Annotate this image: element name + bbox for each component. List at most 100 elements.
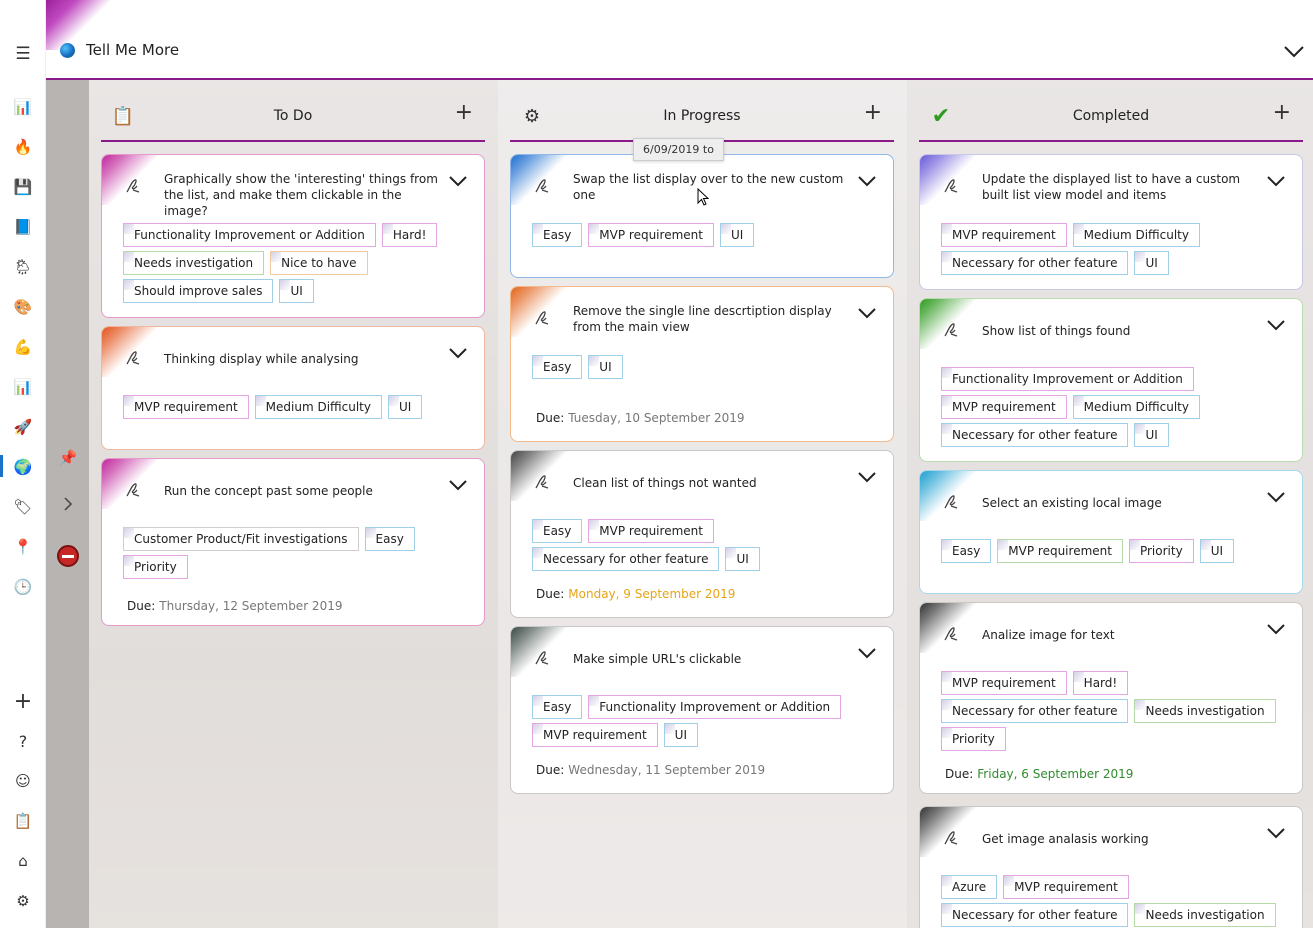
tag-chip[interactable]: UI [1134,251,1169,275]
tag-chip[interactable]: Hard! [1072,671,1129,695]
no-entry-icon[interactable] [57,545,79,567]
tag-chip[interactable]: Easy [532,223,583,247]
settings-icon[interactable]: ⚙ [11,889,35,913]
tag-chip[interactable]: UI [588,355,623,379]
task-card[interactable]: Remove the single line descrtiption disp… [510,286,894,442]
tag-chip[interactable]: MVP requirement [588,519,714,543]
tag-chip[interactable]: UI [1134,423,1169,447]
flame-icon[interactable]: 🔥 [11,135,35,159]
chevron-down-icon[interactable] [448,175,468,189]
help-icon[interactable]: ? [11,729,35,753]
chevron-down-icon[interactable] [1266,319,1286,333]
book-icon[interactable]: 📘 [11,215,35,239]
tag-chip[interactable]: Priority [1128,539,1194,563]
task-card[interactable]: Analize image for text MVP requirement Har… [919,602,1303,794]
tag-chip[interactable]: Needs investigation [123,251,265,275]
add-card-button[interactable]: + [1273,102,1291,124]
task-card[interactable]: Make simple URL's clickable Easy Functiona… [510,626,894,794]
chevron-down-icon[interactable] [857,307,877,321]
pin-icon[interactable]: 📍 [11,535,35,559]
tag-chip[interactable]: Necessary for other feature [941,903,1129,927]
tag-chip[interactable]: Easy [532,519,583,543]
tag-chip[interactable]: MVP requirement [941,223,1067,247]
tag-chip[interactable]: Necessary for other feature [941,699,1129,723]
task-card[interactable]: Thinking display while analysing MVP requ… [101,326,485,450]
chevron-down-icon[interactable] [448,479,468,493]
pin-icon[interactable]: 📌 [56,446,80,470]
task-card[interactable]: Swap the list display over to the new cu… [510,154,894,278]
tag-chip[interactable]: MVP requirement [532,723,658,747]
column-header: ⚙ In Progress + [510,96,894,142]
tag-chip[interactable]: Priority [941,727,1006,751]
chevron-down-icon[interactable] [1266,175,1286,189]
chevron-down-icon[interactable] [1283,40,1305,64]
task-card[interactable]: Select an existing local image Easy MVP re… [919,470,1303,594]
save-icon[interactable]: 💾 [11,175,35,199]
tag-chip[interactable]: Functionality Improvement or Addition [123,223,376,247]
tag-chip[interactable]: Azure [941,875,998,899]
muscle-icon[interactable]: 💪 [11,335,35,359]
chevron-down-icon[interactable] [448,347,468,361]
tag-chip[interactable]: Needs investigation [1134,903,1276,927]
bar-chart-icon[interactable]: 📊 [11,95,35,119]
tag-chip[interactable]: Hard! [381,223,438,247]
clipboard-icon[interactable]: 📋 [11,809,35,833]
tag-chip[interactable]: UI [1199,539,1235,563]
chevron-right-icon[interactable] [56,492,80,516]
palette-icon[interactable]: 🎨 [11,295,35,319]
add-icon[interactable]: + [11,689,35,714]
tag-chip[interactable]: Necessary for other feature [941,423,1129,447]
bar-chart-icon[interactable]: 📊 [11,375,35,399]
chevron-down-icon[interactable] [857,471,877,485]
tag-chip[interactable]: UI [663,723,698,747]
task-card[interactable]: Get image analasis working Azure MVP requi… [919,806,1303,928]
chevron-down-icon[interactable] [1266,827,1286,841]
tag-chip[interactable]: Easy [532,355,583,379]
tag-chip[interactable]: Medium Difficulty [1072,223,1200,247]
tag-chip[interactable]: UI [719,223,755,247]
tag-chip[interactable]: MVP requirement [941,395,1067,419]
add-card-button[interactable]: + [864,102,882,124]
tag-chip[interactable]: Necessary for other feature [941,251,1129,275]
tag-chip[interactable]: UI [279,279,314,303]
hamburger-icon[interactable]: ☰ [11,42,35,66]
tag-chip[interactable]: Needs investigation [1134,699,1276,723]
home-icon[interactable]: ⌂ [11,849,35,873]
weather-icon[interactable]: 🌦 [11,255,35,279]
tag-chip[interactable]: Easy [532,695,583,719]
tag-chip[interactable]: Medium Difficulty [254,395,382,419]
tag-chip[interactable]: Should improve sales [123,279,274,303]
tag-chip[interactable]: MVP requirement [123,395,249,419]
tag-chip[interactable]: MVP requirement [1003,875,1129,899]
clock-icon[interactable]: 🕒 [11,575,35,599]
tag-chip[interactable]: Easy [364,527,415,551]
chevron-down-icon[interactable] [857,647,877,661]
chevron-down-icon[interactable] [1266,491,1286,505]
rocket-icon[interactable]: 🚀 [11,415,35,439]
tag-icon[interactable]: 🏷 [11,495,35,519]
signature-icon [533,473,551,491]
tag-chip[interactable]: Medium Difficulty [1072,395,1200,419]
smiley-icon[interactable]: ☺ [11,769,35,793]
task-card[interactable]: Show list of things found Functionality I… [919,298,1303,462]
tag-chip[interactable]: Functionality Improvement or Addition [941,367,1194,391]
tag-chip[interactable]: UI [725,547,760,571]
globe-icon[interactable]: 🌍 [11,455,35,479]
tag-chip[interactable]: Functionality Improvement or Addition [588,695,842,719]
tag-chip[interactable]: Nice to have [270,251,368,275]
task-card[interactable]: Update the displayed list to have a cust… [919,154,1303,290]
tag-chip[interactable]: Necessary for other feature [532,547,720,571]
chevron-down-icon[interactable] [857,175,877,189]
chevron-down-icon[interactable] [1266,623,1286,637]
tag-chip[interactable]: Customer Product/Fit investigations [123,527,359,551]
tag-chip[interactable]: MVP requirement [588,223,714,247]
task-card[interactable]: Run the concept past some people Customer… [101,458,485,626]
tag-chip[interactable]: Easy [941,539,992,563]
tag-chip[interactable]: UI [388,395,423,419]
task-card[interactable]: Graphically show the 'interesting' thing… [101,154,485,318]
tag-chip[interactable]: Priority [123,555,188,579]
tag-chip[interactable]: MVP requirement [997,539,1123,563]
task-card[interactable]: Clean list of things not wanted Easy MVP r… [510,450,894,618]
add-card-button[interactable]: + [455,102,473,124]
tag-chip[interactable]: MVP requirement [941,671,1067,695]
